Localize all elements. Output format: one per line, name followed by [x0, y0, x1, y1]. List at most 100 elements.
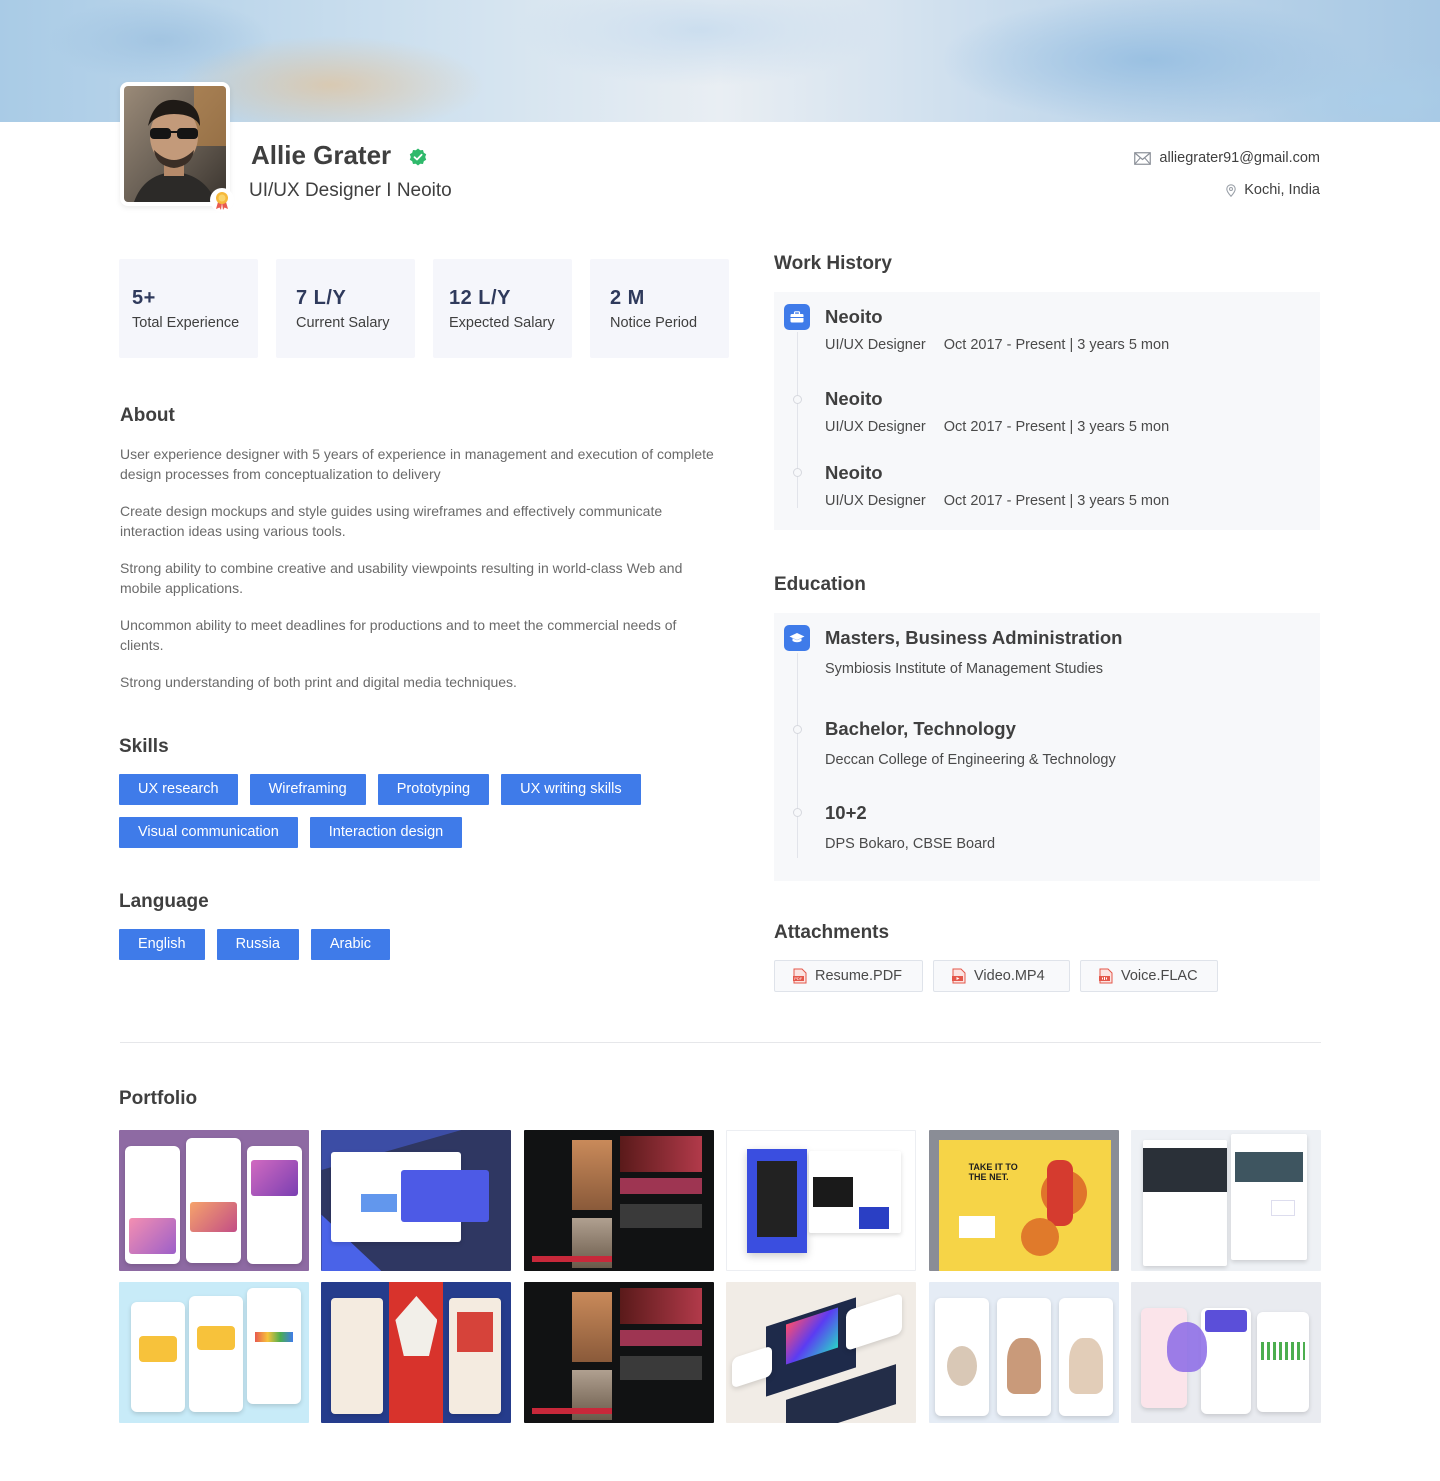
- skill-tag[interactable]: UX writing skills: [501, 774, 641, 805]
- role: UI/UX Designer: [825, 493, 926, 509]
- award-badge-icon: [210, 188, 234, 212]
- portfolio-thumbnail-auto-app[interactable]: [119, 1282, 309, 1423]
- skill-tag[interactable]: Interaction design: [309, 817, 463, 848]
- role: UI/UX Designer: [825, 337, 926, 353]
- portfolio-thumbnail-manga-app[interactable]: [321, 1282, 512, 1423]
- verified-icon: [409, 148, 427, 166]
- stat-label: Total Experience: [132, 315, 240, 331]
- work-history-heading: Work History: [774, 253, 892, 274]
- stat-card-experience: 5+ Total Experience: [119, 259, 258, 358]
- portfolio-thumbnail-architecture[interactable]: [523, 1130, 714, 1271]
- skill-tag[interactable]: Wireframing: [249, 774, 366, 805]
- attachment-video[interactable]: Video.MP4: [933, 960, 1070, 992]
- school-name: DPS Bokaro, CBSE Board: [825, 836, 996, 852]
- about-paragraph: Create design mockups and style guides u…: [120, 503, 663, 539]
- portfolio-thumbnail-travel-app[interactable]: [119, 1130, 309, 1271]
- work-item: Neoito UI/UX Designer Oct 2017 - Present …: [825, 306, 1169, 353]
- section-divider: [120, 1042, 1321, 1043]
- briefcase-icon: [784, 304, 810, 330]
- school-name: Deccan College of Engineering & Technolo…: [825, 752, 1116, 768]
- degree-name: Masters, Business Administration: [825, 627, 1123, 648]
- stat-value: 12 L/Y: [449, 287, 511, 309]
- school-name: Symbiosis Institute of Management Studie…: [825, 661, 1104, 677]
- work-history-panel: Neoito UI/UX Designer Oct 2017 - Present …: [774, 292, 1320, 530]
- portfolio-grid: TAKE IT TO THE NET.: [119, 1130, 1321, 1423]
- attachment-name: Resume.PDF: [815, 968, 903, 984]
- about-paragraph: Strong ability to combine creative and u…: [120, 560, 683, 596]
- stat-label: Expected Salary: [449, 315, 555, 331]
- timeline-line: [797, 653, 798, 858]
- stats-row: 5+ Total Experience 7 L/Y Current Salary…: [119, 259, 729, 358]
- portfolio-thumbnail-doctor-app[interactable]: [928, 1282, 1119, 1423]
- education-panel: Masters, Business Administration Symbios…: [774, 613, 1320, 881]
- stat-card-expected-salary: 12 L/Y Expected Salary: [433, 259, 572, 358]
- about-paragraph: Strong understanding of both print and d…: [120, 674, 517, 690]
- location-contact: Kochi, India: [1226, 182, 1320, 198]
- company-name: Neoito: [825, 462, 883, 483]
- about-heading: About: [120, 405, 175, 426]
- stat-label: Current Salary: [296, 315, 390, 331]
- graduation-cap-icon: [784, 625, 810, 651]
- attachment-resume[interactable]: PDF Resume.PDF: [774, 960, 923, 992]
- about-paragraph: Uncommon ability to meet deadlines for p…: [120, 617, 677, 653]
- skill-tag[interactable]: Visual communication: [119, 817, 298, 848]
- profile-title: UI/UX Designer I Neoito: [249, 180, 452, 201]
- education-item: Masters, Business Administration Symbios…: [825, 627, 1122, 677]
- portfolio-thumbnail-architecture-2[interactable]: [523, 1282, 714, 1423]
- timeline-line: [797, 332, 798, 508]
- portfolio-thumbnail-magazine[interactable]: [726, 1130, 917, 1271]
- attachments-list: PDF Resume.PDF Video.MP4 Voice.FLAC: [774, 960, 1218, 992]
- pdf-file-icon: PDF: [793, 968, 807, 984]
- timeline-dot: [793, 808, 802, 817]
- stat-label: Notice Period: [610, 315, 698, 331]
- work-period: Oct 2017 - Present | 3 years 5 mon: [943, 337, 1170, 353]
- timeline-dot: [793, 468, 802, 477]
- email-text: alliegrater91@gmail.com: [1159, 150, 1320, 166]
- work-item: Neoito UI/UX Designer Oct 2017 - Present …: [825, 462, 1169, 509]
- portfolio-thumbnail-isometric-ui[interactable]: [726, 1282, 917, 1423]
- degree-name: 10+2: [825, 802, 867, 823]
- about-text: User experience designer with 5 years of…: [120, 445, 720, 711]
- attachment-name: Voice.FLAC: [1121, 968, 1198, 984]
- stat-value: 5+: [132, 287, 156, 309]
- language-tag[interactable]: Arabic: [310, 929, 390, 960]
- language-list: English Russia Arabic: [119, 929, 679, 960]
- stat-card-notice-period: 2 M Notice Period: [590, 259, 729, 358]
- email-contact[interactable]: alliegrater91@gmail.com: [1134, 150, 1320, 166]
- skills-heading: Skills: [119, 736, 169, 757]
- education-item: 10+2 DPS Bokaro, CBSE Board: [825, 802, 995, 852]
- video-file-icon: [952, 968, 966, 984]
- stat-card-current-salary: 7 L/Y Current Salary: [276, 259, 415, 358]
- portfolio-thumbnail-basketball[interactable]: TAKE IT TO THE NET.: [928, 1130, 1119, 1271]
- company-name: Neoito: [825, 306, 883, 327]
- attachment-name: Video.MP4: [974, 968, 1045, 984]
- stat-value: 7 L/Y: [296, 287, 347, 309]
- about-paragraph: User experience designer with 5 years of…: [120, 446, 714, 482]
- audio-file-icon: [1099, 968, 1113, 984]
- language-tag[interactable]: Russia: [216, 929, 299, 960]
- timeline-dot: [793, 395, 802, 404]
- role: UI/UX Designer: [825, 419, 926, 435]
- education-item: Bachelor, Technology Deccan College of E…: [825, 718, 1116, 768]
- portfolio-thumbnail-furniture-site[interactable]: [1130, 1130, 1321, 1271]
- location-text: Kochi, India: [1244, 182, 1320, 198]
- svg-text:PDF: PDF: [794, 976, 803, 981]
- work-meta: UI/UX Designer Oct 2017 - Present | 3 yea…: [825, 493, 1169, 509]
- work-meta: UI/UX Designer Oct 2017 - Present | 3 yea…: [825, 419, 1169, 435]
- work-meta: UI/UX Designer Oct 2017 - Present | 3 yea…: [825, 337, 1169, 353]
- work-period: Oct 2017 - Present | 3 years 5 mon: [943, 493, 1170, 509]
- work-period: Oct 2017 - Present | 3 years 5 mon: [943, 419, 1170, 435]
- language-tag[interactable]: English: [119, 929, 205, 960]
- stat-value: 2 M: [610, 287, 645, 309]
- company-name: Neoito: [825, 388, 883, 409]
- location-pin-icon: [1226, 183, 1236, 197]
- skill-tag[interactable]: UX research: [119, 774, 238, 805]
- skill-tag[interactable]: Prototyping: [377, 774, 490, 805]
- portfolio-thumbnail-fitness-app[interactable]: [1130, 1282, 1321, 1423]
- skills-list: UX research Wireframing Prototyping UX w…: [119, 774, 679, 848]
- portfolio-thumbnail-dashboard[interactable]: [321, 1130, 512, 1271]
- avatar-photo: [124, 86, 226, 202]
- work-item: Neoito UI/UX Designer Oct 2017 - Present …: [825, 388, 1169, 435]
- timeline-dot: [793, 725, 802, 734]
- attachment-voice[interactable]: Voice.FLAC: [1080, 960, 1218, 992]
